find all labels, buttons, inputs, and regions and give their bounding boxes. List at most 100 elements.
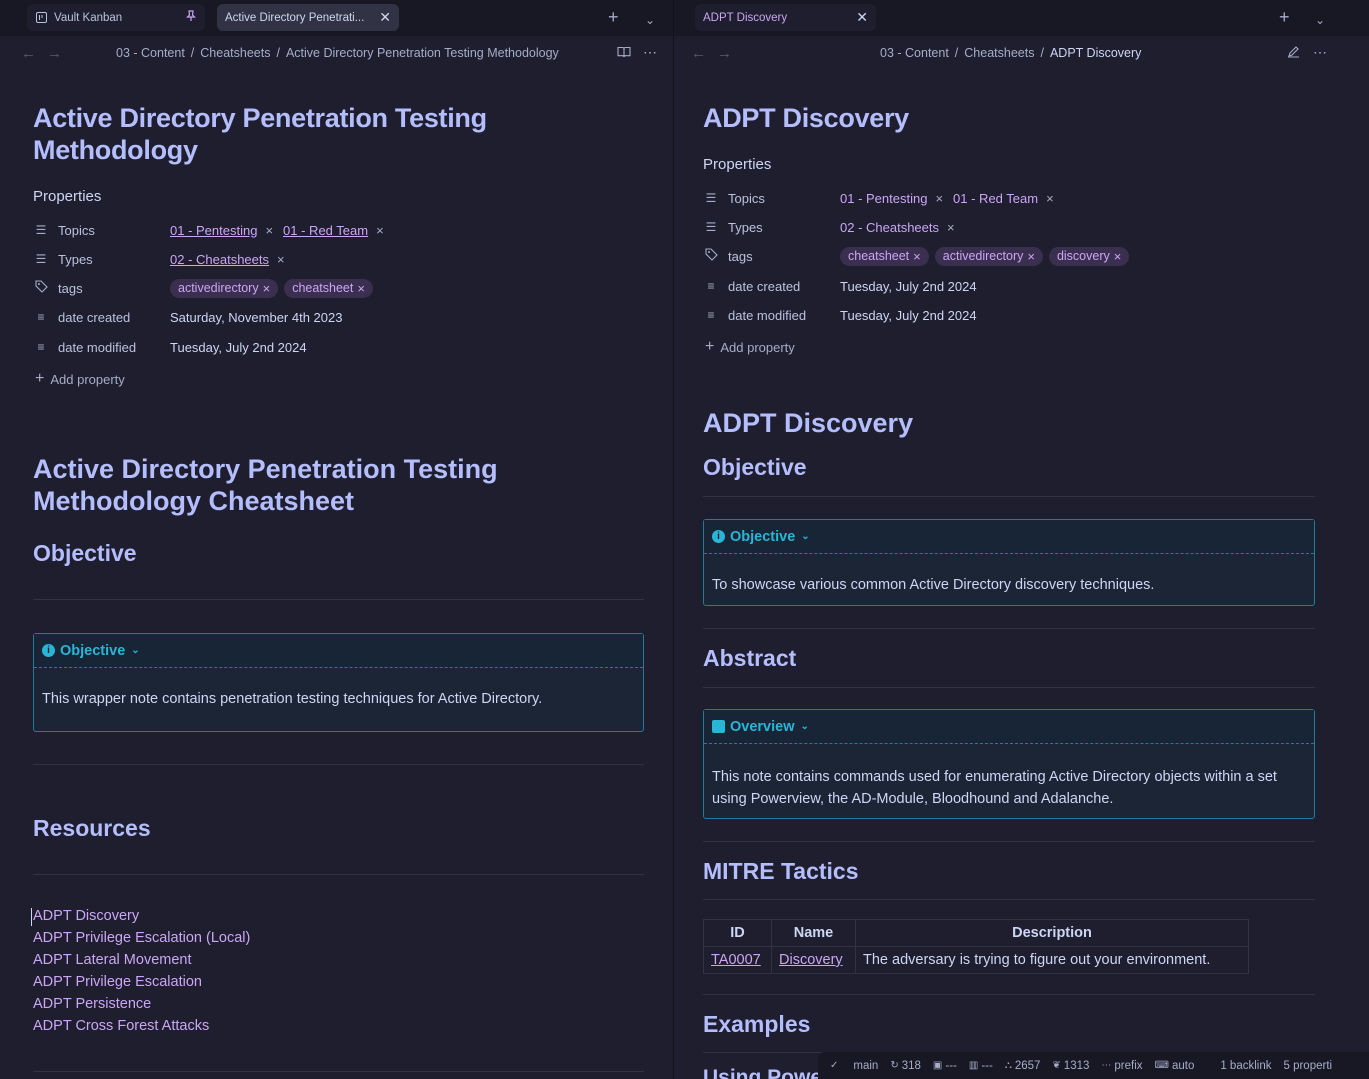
property-key[interactable]: date created: [58, 310, 170, 325]
resource-link[interactable]: ADPT Privilege Escalation (Local): [33, 930, 250, 946]
heading-objective[interactable]: Objective: [703, 454, 807, 481]
tag-pill[interactable]: activedirectory ×: [170, 278, 279, 298]
remove-icon[interactable]: ×: [1027, 249, 1035, 264]
heading-resources[interactable]: Resources: [33, 815, 151, 842]
heading-using-powerview[interactable]: Using Powe: [703, 1066, 822, 1079]
property-key[interactable]: Types: [58, 252, 170, 267]
new-tab-icon[interactable]: +: [1279, 8, 1290, 26]
tab-active-directory[interactable]: Active Directory Penetrati... ✕: [217, 4, 399, 31]
reading-view-icon[interactable]: [617, 45, 631, 61]
callout-header[interactable]: Overview ⌄: [704, 710, 1314, 744]
column-header[interactable]: Description: [855, 919, 1249, 947]
git-branch[interactable]: main: [853, 1060, 878, 1072]
tab-vault-kanban[interactable]: Vault Kanban: [27, 4, 205, 31]
properties-heading[interactable]: Properties: [703, 156, 771, 173]
property-key[interactable]: date modified: [728, 308, 840, 323]
remove-icon[interactable]: ×: [1114, 249, 1122, 264]
tag-pill[interactable]: cheatsheet ×: [840, 246, 929, 266]
breadcrumb-current[interactable]: Active Directory Penetration Testing Met…: [286, 46, 559, 60]
resource-link[interactable]: ADPT Discovery: [33, 908, 139, 924]
tag-pill[interactable]: activedirectory ×: [934, 246, 1043, 266]
chevron-down-icon[interactable]: ⌄: [131, 645, 139, 656]
topic-link[interactable]: 01 - Red Team: [283, 223, 368, 238]
topic-link[interactable]: 01 - Pentesting: [170, 223, 257, 238]
property-key[interactable]: tags: [728, 249, 840, 264]
remove-icon[interactable]: ×: [263, 281, 271, 296]
breadcrumb-item[interactable]: 03 - Content: [116, 46, 185, 60]
property-key[interactable]: Types: [728, 220, 840, 235]
line-count[interactable]: ❦ 1313: [1052, 1060, 1089, 1072]
remove-icon[interactable]: ×: [913, 249, 921, 264]
chevron-down-icon[interactable]: ⌄: [801, 531, 809, 542]
property-key[interactable]: Topics: [58, 223, 170, 238]
topic-link[interactable]: 01 - Red Team: [953, 191, 1038, 206]
backlink-count[interactable]: 1 backlink: [1220, 1060, 1271, 1072]
breadcrumb-item[interactable]: 03 - Content: [880, 46, 949, 60]
more-options-icon[interactable]: ⋯: [1313, 44, 1327, 61]
property-key[interactable]: tags: [58, 281, 170, 296]
chevron-down-icon[interactable]: ⌄: [801, 721, 809, 732]
auto-setting[interactable]: ⌨ auto: [1155, 1060, 1195, 1072]
add-property-button[interactable]: + Add property: [705, 338, 795, 356]
objective-callout[interactable]: i Objective ⌄ This wrapper note contains…: [33, 633, 644, 732]
heading-objective[interactable]: Objective: [33, 540, 137, 567]
more-options-icon[interactable]: ⋯: [643, 44, 657, 61]
note-title[interactable]: ADPT Discovery: [703, 102, 909, 134]
topic-link[interactable]: 01 - Pentesting: [840, 191, 927, 206]
tactic-name-link[interactable]: Discovery: [779, 952, 843, 968]
remove-icon[interactable]: ×: [265, 223, 273, 238]
property-value[interactable]: Saturday, November 4th 2023: [170, 310, 342, 325]
heading-examples[interactable]: Examples: [703, 1011, 810, 1038]
property-value[interactable]: Tuesday, July 2nd 2024: [840, 279, 977, 294]
type-link[interactable]: 02 - Cheatsheets: [840, 220, 939, 235]
property-value[interactable]: Tuesday, July 2nd 2024: [840, 308, 977, 323]
close-icon[interactable]: ✕: [856, 9, 868, 26]
add-property-button[interactable]: + Add property: [35, 370, 125, 388]
forward-arrow-icon[interactable]: →: [717, 45, 732, 62]
prefix-setting[interactable]: ⋯ prefix: [1101, 1060, 1142, 1072]
heading-mitre-tactics[interactable]: MITRE Tactics: [703, 858, 859, 885]
properties-heading[interactable]: Properties: [33, 188, 101, 205]
callout-header[interactable]: i Objective ⌄: [704, 520, 1314, 554]
status-item[interactable]: ▣ ---: [933, 1060, 957, 1072]
chevron-down-icon[interactable]: ⌄: [645, 11, 655, 29]
tactic-id-link[interactable]: TA0007: [711, 952, 761, 968]
property-key[interactable]: date created: [728, 279, 840, 294]
new-tab-icon[interactable]: +: [608, 8, 619, 26]
remove-icon[interactable]: ×: [935, 191, 943, 206]
heading-h1[interactable]: Active Directory Penetration Testing Met…: [33, 453, 553, 517]
remove-icon[interactable]: ×: [357, 281, 365, 296]
property-value[interactable]: Tuesday, July 2nd 2024: [170, 340, 307, 355]
tag-pill[interactable]: discovery ×: [1048, 246, 1130, 266]
breadcrumb-item[interactable]: Cheatsheets: [200, 46, 270, 60]
remove-icon[interactable]: ×: [947, 220, 955, 235]
breadcrumb-current[interactable]: ADPT Discovery: [1050, 46, 1141, 60]
tab-adpt-discovery[interactable]: ADPT Discovery ✕: [695, 4, 876, 31]
heading-abstract[interactable]: Abstract: [703, 645, 796, 672]
resource-link[interactable]: ADPT Persistence: [33, 996, 151, 1012]
pin-icon[interactable]: [185, 10, 197, 25]
chevron-down-icon[interactable]: ⌄: [1315, 11, 1325, 29]
resource-link[interactable]: ADPT Lateral Movement: [33, 952, 192, 968]
status-item[interactable]: ▥ ---: [969, 1060, 993, 1072]
forward-arrow-icon[interactable]: →: [47, 45, 62, 62]
remove-icon[interactable]: ×: [1046, 191, 1054, 206]
note-title[interactable]: Active Directory Penetration Testing Met…: [33, 102, 533, 166]
breadcrumb-item[interactable]: Cheatsheets: [964, 46, 1034, 60]
edit-pencil-icon[interactable]: [1287, 45, 1300, 61]
sync-status[interactable]: ✓: [830, 1060, 841, 1071]
resource-link[interactable]: ADPT Privilege Escalation: [33, 974, 202, 990]
back-arrow-icon[interactable]: ←: [691, 45, 706, 62]
remove-icon[interactable]: ×: [277, 252, 285, 267]
overview-callout[interactable]: Overview ⌄ This note contains commands u…: [703, 709, 1315, 819]
column-header[interactable]: ID: [703, 919, 772, 947]
callout-header[interactable]: i Objective ⌄: [34, 634, 643, 668]
property-key[interactable]: date modified: [58, 340, 170, 355]
back-arrow-icon[interactable]: ←: [21, 45, 36, 62]
objective-callout[interactable]: i Objective ⌄ To showcase various common…: [703, 519, 1315, 606]
property-key[interactable]: Topics: [728, 191, 840, 206]
column-header[interactable]: Name: [771, 919, 856, 947]
word-count[interactable]: ↻ 318: [890, 1060, 921, 1072]
type-link[interactable]: 02 - Cheatsheets: [170, 252, 269, 267]
heading-h1[interactable]: ADPT Discovery: [703, 407, 913, 439]
